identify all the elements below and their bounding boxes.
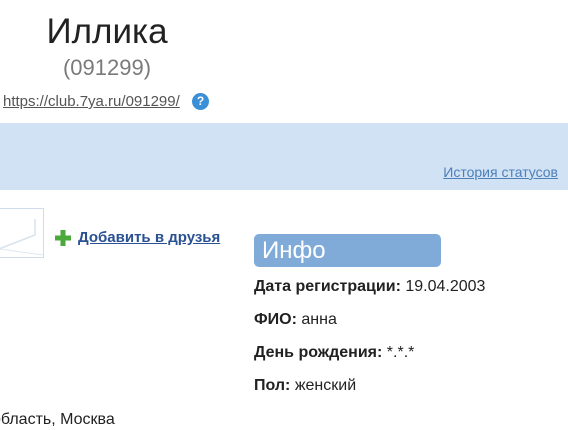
profile-url: https://club.7ya.ru/091299/ [3,93,180,111]
info-label: День рождения: [254,344,383,361]
info-value: *.*.* [386,344,415,361]
profile-id: (091299) [62,55,152,80]
info-label: Пол: [254,377,291,394]
add-friend-link[interactable]: Добавить в друзья [78,229,220,247]
info-row-gender: Пол: женский [254,376,356,396]
info-value: женский [294,377,357,394]
avatar[interactable] [0,208,44,258]
avatar-placeholder-icon [0,219,43,256]
info-row-fullname: ФИО: анна [254,310,337,330]
info-header: Инфо [254,234,441,267]
help-icon[interactable]: ? [192,93,209,110]
location-text: область, Москва [0,411,115,428]
status-bar: История статусов [0,123,568,190]
info-label: ФИО: [254,311,297,328]
profile-url-link[interactable]: https://club.7ya.ru/091299/ [3,93,180,110]
info-title: Инфо [262,237,326,264]
info-label: Дата регистрации: [254,278,401,295]
info-value: 19.04.2003 [405,278,486,295]
info-value: анна [301,311,337,328]
info-row-birthday: День рождения: *.*.* [254,343,414,363]
info-row-registration: Дата регистрации: 19.04.2003 [254,277,485,297]
plus-icon[interactable] [54,229,72,247]
profile-name: Иллика [46,12,168,51]
status-history-link[interactable]: История статусов [443,164,558,180]
